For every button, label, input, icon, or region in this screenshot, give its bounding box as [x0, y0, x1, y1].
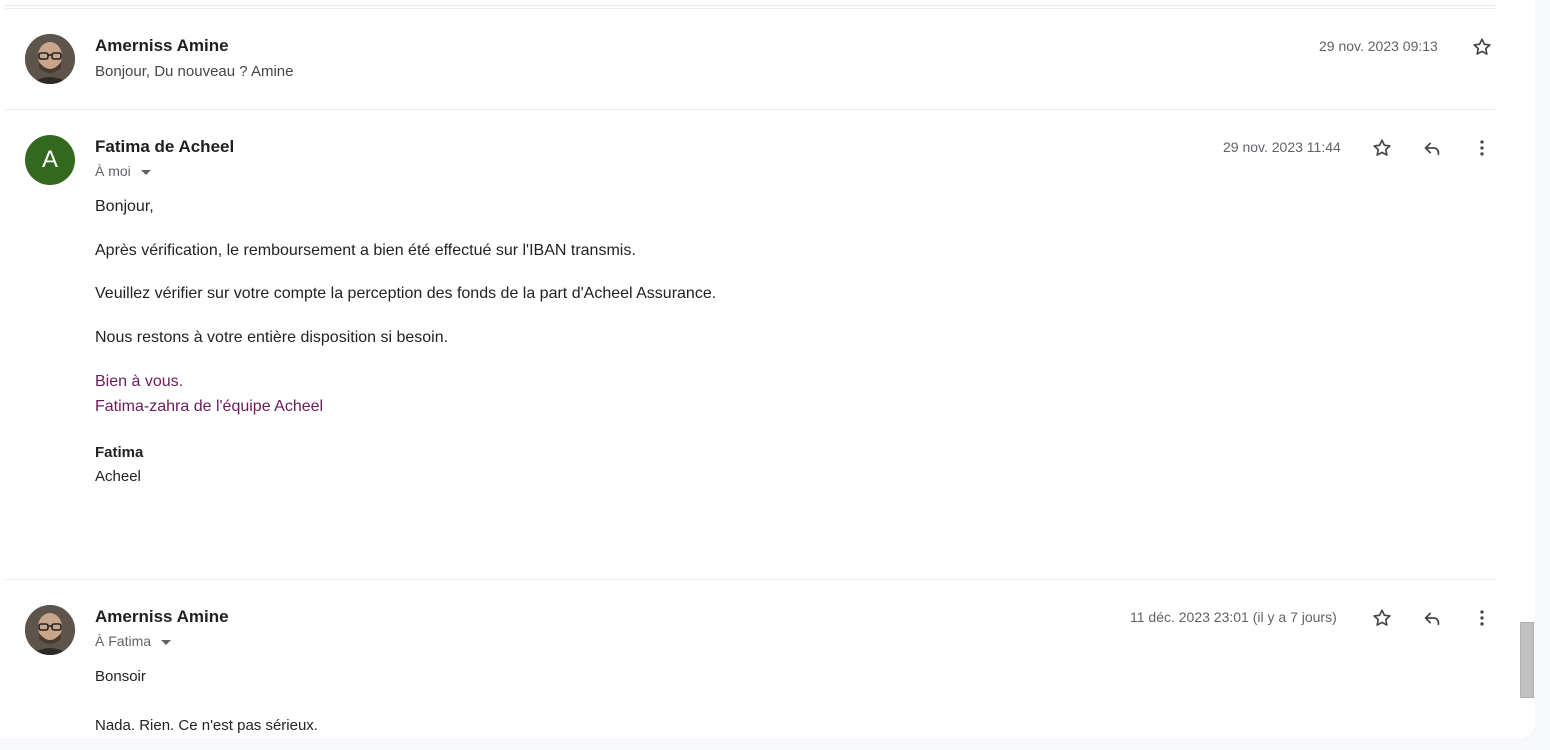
avatar[interactable] [25, 34, 75, 84]
message-date: 29 nov. 2023 11:44 [1223, 139, 1341, 155]
signature-company: Acheel [95, 468, 141, 485]
body-paragraph: Veuillez vérifier sur votre compte la pe… [95, 285, 717, 302]
sender-name: Amerniss Amine [95, 36, 229, 55]
reply-button[interactable] [1420, 606, 1444, 630]
star-button[interactable] [1370, 136, 1394, 160]
more-vert-icon [1480, 610, 1484, 626]
star-button[interactable] [1370, 606, 1394, 630]
avatar-photo-icon [25, 605, 75, 655]
caret-down-icon [161, 639, 172, 645]
star-button[interactable] [1470, 35, 1494, 59]
sender-name[interactable]: Amerniss Amine [95, 607, 229, 627]
more-options-button[interactable] [1470, 136, 1494, 160]
message-snippet: Bonjour, Du nouveau ? Amine [95, 63, 294, 80]
reply-button[interactable] [1420, 136, 1444, 160]
recipient-dropdown[interactable]: À moi [95, 163, 151, 179]
message-date: 11 déc. 2023 23:01 (il y a 7 jours) [1130, 609, 1337, 625]
body-greeting: Bonjour, [95, 198, 154, 215]
signature-name: Fatima [95, 444, 144, 461]
conversation-panel: Amerniss Amine Bonjour, Du nouveau ? Ami… [0, 0, 1535, 738]
recipient-label: À Fatima [95, 633, 152, 649]
body-line: Nada. Rien. Ce n'est pas sérieux. [95, 717, 318, 734]
more-options-button[interactable] [1470, 606, 1494, 630]
message-collapsed[interactable]: Amerniss Amine Bonjour, Du nouveau ? Ami… [5, 9, 1495, 110]
star-icon [1473, 38, 1491, 55]
reply-icon [1424, 142, 1440, 156]
scrollbar-thumb[interactable] [1520, 622, 1534, 698]
star-icon [1373, 609, 1391, 626]
avatar-photo-icon [25, 34, 75, 84]
divider [5, 5, 1495, 6]
star-icon [1373, 139, 1391, 156]
signature-line: Fatima-zahra de l'équipe Acheel [95, 398, 324, 415]
message-expanded: Amerniss Amine À Fatima 11 déc. 2023 23:… [5, 580, 1495, 738]
message-date: 29 nov. 2023 09:13 [1319, 38, 1438, 54]
signature-line: Bien à vous. [95, 373, 184, 390]
caret-down-icon [140, 169, 151, 175]
body-paragraph: Nous restons à votre entière disposition… [95, 329, 449, 346]
recipient-label: À moi [95, 163, 131, 179]
reply-icon [1424, 612, 1440, 626]
avatar[interactable] [25, 605, 75, 655]
message-expanded: A Fatima de Acheel À moi 29 nov. 2023 11… [5, 110, 1495, 580]
body-line: Bonsoir [95, 668, 146, 685]
body-paragraph: Après vérification, le remboursement a b… [95, 242, 636, 259]
avatar[interactable]: A [25, 135, 75, 185]
sender-name[interactable]: Fatima de Acheel [95, 137, 234, 157]
recipient-dropdown[interactable]: À Fatima [95, 633, 172, 649]
more-vert-icon [1480, 140, 1484, 156]
